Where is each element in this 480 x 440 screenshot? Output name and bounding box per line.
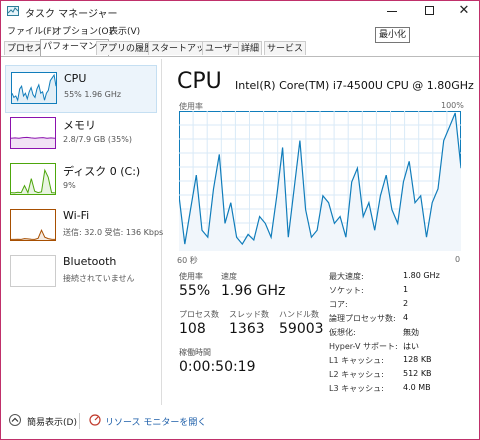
- spec-hyperv-value: はい: [403, 342, 419, 351]
- maximize-button[interactable]: [413, 1, 447, 21]
- spec-virtualization-label: 仮想化:: [329, 328, 356, 337]
- uptime-value: 0:00:50:19: [179, 359, 256, 375]
- spec-l3-value: 4.0 MB: [403, 383, 431, 392]
- spec-l2-label: L2 キャッシュ:: [329, 370, 384, 379]
- spec-logical-label: 論理プロセッサ数:: [329, 314, 396, 323]
- close-button[interactable]: ✕: [447, 1, 480, 21]
- sidebar-item-title: CPU: [64, 72, 87, 85]
- task-manager-window: タスク マネージャー ✕ 最小化 ファイル(F) オプション(O) 表示(V) …: [0, 0, 480, 440]
- spec-virtualization-value: 無効: [403, 328, 419, 337]
- spec-cores-label: コア:: [329, 300, 348, 309]
- sidebar-item-subtitle: 接続されていません: [63, 274, 135, 283]
- sidebar-item-title: ディスク 0 (C:): [63, 165, 141, 178]
- task-manager-icon: [7, 6, 19, 16]
- spec-l2-value: 512 KB: [403, 369, 432, 378]
- spec-logical-value: 4: [403, 313, 409, 322]
- sidebar-item-title: Bluetooth: [63, 255, 117, 268]
- menu-bar: ファイル(F) オプション(O) 表示(V): [1, 22, 479, 37]
- tab-strip: プロセス パフォーマンス アプリの履歴 スタートアップ ユーザー 詳細 サービス: [1, 39, 479, 57]
- menu-options[interactable]: オプション(O): [53, 24, 112, 37]
- memory-thumbnail: [10, 117, 56, 149]
- minimize-button[interactable]: [375, 1, 409, 21]
- spec-hyperv-label: Hyper-V サポート:: [329, 342, 398, 351]
- thumbnail-graph: [11, 228, 55, 240]
- usage-label: 使用率: [179, 272, 203, 281]
- sidebar-item-disk[interactable]: ディスク 0 (C:) 9%: [5, 157, 157, 205]
- thumbnail-area: [11, 137, 55, 148]
- thumbnail-graph: [12, 73, 56, 103]
- spec-l1-label: L1 キャッシュ:: [329, 356, 384, 365]
- bluetooth-thumbnail: [10, 255, 56, 287]
- tab-details[interactable]: 詳細: [238, 41, 263, 55]
- maximize-icon: [425, 6, 434, 15]
- open-resource-monitor-link[interactable]: リソース モニターを開く: [105, 415, 206, 428]
- title-bar: タスク マネージャー ✕: [1, 1, 479, 21]
- cpu-usage-graph: [179, 111, 461, 251]
- handles-label: ハンドル数: [279, 310, 319, 319]
- sidebar-item-subtitle: 55% 1.96 GHz: [64, 90, 122, 99]
- resource-monitor-icon[interactable]: [89, 414, 101, 426]
- threads-label: スレッド数: [229, 310, 269, 319]
- usage-value: 55%: [179, 283, 211, 299]
- processes-label: プロセス数: [179, 310, 219, 319]
- sidebar-item-wifi[interactable]: Wi-Fi 送信: 32.0 受信: 136 Kbps: [5, 203, 163, 251]
- graph-time-label: 60 秒: [177, 256, 198, 265]
- sidebar-item-bluetooth[interactable]: Bluetooth 接続されていません: [5, 249, 157, 297]
- tab-app-history[interactable]: アプリの履歴: [96, 41, 157, 55]
- thumbnail-graph: [11, 256, 55, 286]
- thumbnail-line: [11, 228, 55, 240]
- minimize-icon: [387, 11, 397, 12]
- page-title: CPU: [177, 69, 222, 94]
- spec-l1-value: 128 KB: [403, 355, 432, 364]
- thumbnail-line: [11, 136, 55, 139]
- close-icon: ✕: [458, 3, 470, 18]
- sidebar-item-subtitle: 2.8/7.9 GB (35%): [63, 135, 132, 144]
- footer-bar: 簡易表示(D) リソース モニターを開く: [1, 409, 479, 435]
- graph-zero-label: 0: [455, 255, 461, 264]
- speed-label: 速度: [221, 272, 237, 281]
- footer-divider: [79, 413, 80, 429]
- graph-max-label: 100%: [441, 101, 464, 110]
- resource-sidebar: CPU 55% 1.96 GHz メモリ 2.8/7.9 GB (35%) ディ…: [1, 59, 163, 405]
- threads-value: 1363: [229, 321, 265, 337]
- processes-value: 108: [179, 321, 206, 337]
- wifi-thumbnail: [10, 209, 56, 241]
- spec-max-speed-value: 1.80 GHz: [403, 271, 440, 280]
- chevron-up-icon[interactable]: [9, 414, 21, 426]
- tab-services[interactable]: サービス: [264, 41, 307, 55]
- menu-view[interactable]: 表示(V): [109, 24, 140, 37]
- spec-l3-label: L3 キャッシュ:: [329, 384, 384, 393]
- window-title: タスク マネージャー: [25, 9, 118, 20]
- thumbnail-area: [11, 170, 55, 194]
- spec-sockets-value: 1: [403, 285, 409, 294]
- sidebar-item-title: Wi-Fi: [63, 209, 90, 222]
- spec-sockets-label: ソケット:: [329, 286, 364, 295]
- sidebar-item-cpu[interactable]: CPU 55% 1.96 GHz: [5, 65, 157, 113]
- sidebar-item-subtitle: 9%: [63, 181, 76, 190]
- uptime-label: 稼働時間: [179, 348, 211, 357]
- sidebar-item-memory[interactable]: メモリ 2.8/7.9 GB (35%): [5, 111, 157, 159]
- handles-value: 59003: [279, 321, 324, 337]
- sidebar-item-title: メモリ: [63, 119, 96, 132]
- thumbnail-graph: [11, 168, 55, 194]
- cpu-model-name: Intel(R) Core(TM) i7-4500U CPU @ 1.80GHz: [235, 79, 474, 92]
- spec-max-speed-label: 最大速度:: [329, 272, 364, 281]
- spec-cores-value: 2: [403, 299, 409, 308]
- thumbnail-graph: [11, 136, 55, 148]
- sidebar-item-subtitle: 送信: 32.0 受信: 136 Kbps: [63, 228, 164, 237]
- speed-value: 1.96 GHz: [221, 283, 286, 299]
- cpu-thumbnail: [11, 72, 57, 104]
- disk-thumbnail: [10, 163, 56, 195]
- menu-file[interactable]: ファイル(F): [7, 24, 55, 37]
- thumbnail-area: [12, 75, 56, 103]
- fewer-details-link[interactable]: 簡易表示(D): [27, 415, 77, 428]
